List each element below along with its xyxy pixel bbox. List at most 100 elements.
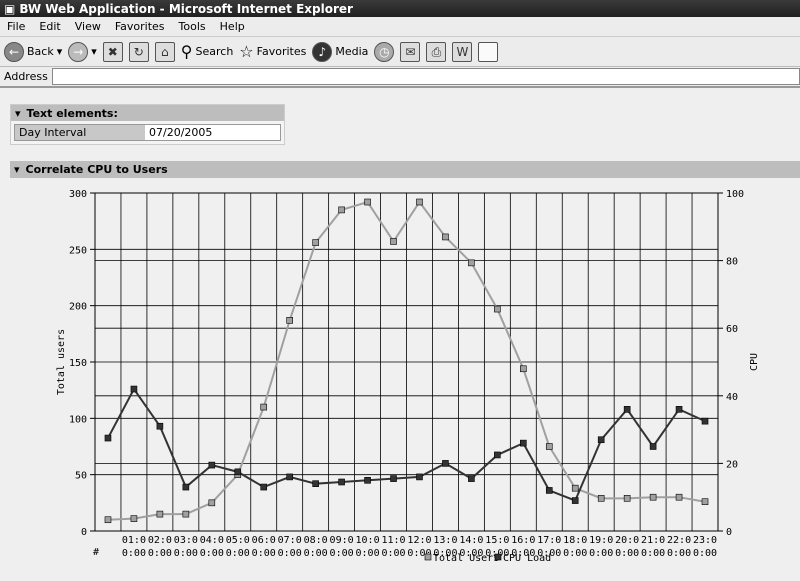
data-point: [234, 468, 242, 476]
data-point: [390, 475, 397, 482]
data-point: [130, 515, 138, 522]
cpu-users-chart: 0 50 100 150 200 250 300 0 20 40 60 80 100 Total user…: [56, 189, 760, 564]
x-tick-label: 06:0 0:00: [252, 535, 276, 559]
word-icon[interactable]: W: [452, 41, 473, 62]
data-point: [468, 259, 475, 267]
data-point: [597, 436, 605, 444]
data-point: [182, 483, 190, 491]
data-point: [468, 475, 475, 482]
x-tick-label: 11:0 0:00: [381, 535, 405, 559]
media-button[interactable]: ♪ Media: [312, 41, 368, 62]
data-point: [338, 478, 345, 486]
back-arrow-icon: ←: [4, 41, 24, 62]
window-title: BW Web Application - Microsoft Internet …: [19, 1, 353, 16]
data-point: [364, 198, 371, 206]
stop-icon[interactable]: ✖: [102, 41, 123, 62]
data-point: [104, 516, 112, 524]
y-tick-label: 100: [69, 414, 87, 425]
y2-tick-label: 40: [726, 392, 738, 403]
x-tick-label: 07:0 0:00: [278, 535, 302, 559]
x-tick-label: 03:0 0:00: [174, 535, 198, 559]
y-tick-label: 300: [69, 189, 87, 200]
data-point: [104, 434, 112, 442]
data-point: [675, 406, 683, 413]
y2-tick-label: 60: [726, 324, 738, 335]
data-point: [130, 385, 138, 393]
address-input[interactable]: [51, 68, 800, 85]
data-point: [494, 451, 501, 459]
menu-view[interactable]: View: [68, 20, 108, 33]
mail-icon[interactable]: ✉: [400, 41, 421, 62]
search-button[interactable]: ⚲ Search: [181, 42, 234, 61]
toolbar: ← Back ▾ → ▾ ✖ ↻ ⌂ ⚲ Search ☆ Favorites ♪ Me…: [0, 37, 800, 67]
history-icon[interactable]: ◷: [374, 41, 395, 62]
data-point: [312, 480, 319, 487]
x-tick-label: 01:0 0:00: [122, 535, 146, 559]
text-element-row: Day Interval 07/20/2005: [14, 124, 281, 141]
y-tick-label: 250: [69, 245, 87, 256]
day-interval-value: 07/20/2005: [145, 125, 280, 140]
data-point: [442, 233, 449, 241]
refresh-icon[interactable]: ↻: [128, 41, 149, 62]
collapse-triangle-icon: ▾: [14, 163, 20, 176]
address-label: Address: [4, 70, 48, 83]
x-tick-label: 08:0 0:00: [304, 535, 328, 559]
x-tick-label: 02:0 0:00: [148, 535, 172, 559]
y2-tick-label: 0: [726, 527, 732, 538]
menu-bar: File Edit View Favorites Tools Help: [0, 17, 800, 37]
x-tick-label: 21:0 0:00: [641, 535, 665, 559]
data-point: [390, 238, 397, 245]
back-button[interactable]: ← Back ▾: [4, 41, 62, 62]
data-point: [675, 493, 683, 501]
menu-edit[interactable]: Edit: [32, 20, 67, 33]
data-point: [571, 484, 579, 492]
y-tick-label: 200: [69, 302, 87, 313]
data-point: [545, 443, 553, 450]
legend-label: Total Users: [433, 553, 499, 564]
legend-marker: [424, 553, 432, 561]
y-axis-label: Total users: [56, 329, 67, 395]
data-point: [338, 206, 345, 214]
data-point: [494, 305, 501, 313]
data-point: [208, 499, 216, 507]
menu-favorites[interactable]: Favorites: [108, 20, 172, 33]
chart-section-header[interactable]: ▾ Correlate CPU to Users: [10, 161, 800, 178]
x-tick-label: 19:0 0:00: [589, 535, 613, 559]
menu-help[interactable]: Help: [213, 20, 252, 33]
data-point: [545, 487, 553, 494]
data-point: [597, 495, 605, 502]
x-tick-label: 20:0 0:00: [615, 535, 639, 559]
data-point: [416, 473, 423, 481]
y2-tick-label: 20: [726, 459, 738, 470]
x-tick-label: 09:0 0:00: [330, 535, 354, 559]
x-tick-label: 22:0 0:00: [667, 535, 691, 559]
y2-axis-label: CPU: [749, 353, 760, 371]
notes-icon[interactable]: [478, 41, 499, 62]
data-point: [156, 422, 164, 430]
day-interval-label: Day Interval: [15, 125, 145, 140]
data-point: [520, 439, 527, 447]
menu-file[interactable]: File: [0, 20, 32, 33]
data-point: [701, 498, 709, 506]
title-bar: ▣ BW Web Application - Microsoft Internet…: [0, 0, 800, 17]
text-elements-header[interactable]: ▾ Text elements:: [11, 105, 284, 121]
menu-tools[interactable]: Tools: [172, 20, 213, 33]
y2-tick-label: 80: [726, 257, 738, 268]
data-point: [260, 403, 268, 411]
home-icon[interactable]: ⌂: [154, 41, 175, 62]
x-tick-label: 18:0 0:00: [563, 535, 587, 559]
legend-label: CPU Load: [503, 553, 551, 564]
data-point: [156, 510, 164, 518]
data-point: [520, 365, 527, 373]
data-point: [364, 476, 371, 484]
data-point: [649, 493, 657, 501]
y-tick-label: 150: [69, 358, 87, 369]
data-point: [182, 510, 190, 518]
data-point: [286, 473, 293, 481]
collapse-triangle-icon: ▾: [15, 106, 21, 120]
print-icon[interactable]: ⎙: [426, 41, 447, 62]
favorites-button[interactable]: ☆ Favorites: [239, 42, 306, 61]
y-tick-label: 50: [75, 471, 87, 482]
data-point: [416, 198, 423, 206]
forward-button[interactable]: → ▾: [68, 41, 97, 62]
